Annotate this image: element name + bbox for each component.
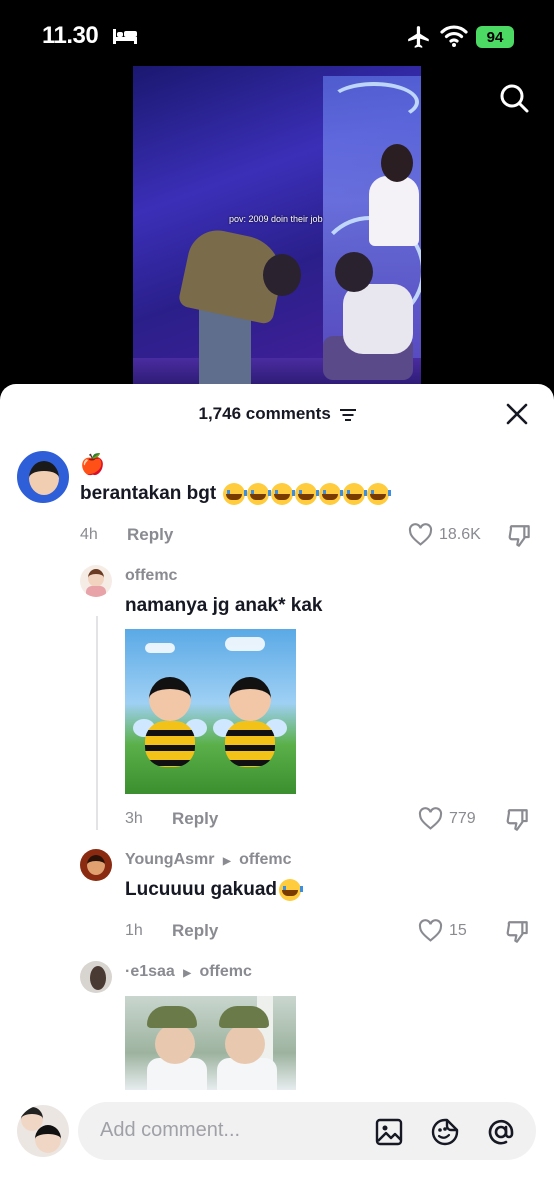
reply-button[interactable]: Reply <box>127 525 173 545</box>
comment-time: 4h <box>80 526 98 543</box>
performer-head <box>335 252 373 292</box>
performer-mc <box>369 176 419 246</box>
bee-figure <box>133 669 207 779</box>
heart-icon <box>418 807 443 830</box>
airplane-icon <box>408 26 429 48</box>
reply-button[interactable]: Reply <box>172 809 218 829</box>
input-placeholder: Add comment... <box>100 1119 241 1141</box>
dislike-icon[interactable] <box>507 523 533 549</box>
crying-emoji <box>319 483 344 505</box>
close-icon[interactable] <box>505 402 529 426</box>
crying-emoji <box>279 879 303 901</box>
like-button[interactable]: 15 <box>418 919 467 942</box>
comment-sticker-image[interactable] <box>125 629 296 794</box>
like-count: 15 <box>449 921 467 939</box>
performer-kneeling <box>343 284 413 354</box>
comments-sheet: 1,746 comments 🍎 berantakan bgt 4h Reply… <box>0 384 554 1199</box>
stage-light <box>329 82 419 122</box>
reply-button[interactable]: Reply <box>172 921 218 941</box>
comments-title[interactable]: 1,746 comments <box>0 404 554 424</box>
avatar[interactable] <box>80 565 112 597</box>
comment-body: namanya jg anak* kak <box>125 595 323 616</box>
video-player[interactable]: pov: 2009 doin their job <box>133 66 421 388</box>
wifi-icon <box>440 25 468 47</box>
heart-icon <box>418 919 443 942</box>
battery-level: 94 <box>486 28 504 46</box>
crying-emoji <box>247 483 272 505</box>
status-time: 11.30 <box>42 22 99 49</box>
reply-to-username[interactable]: offemc <box>199 963 251 980</box>
avatar[interactable] <box>80 849 112 881</box>
reply-arrow-icon: ▶ <box>183 968 191 979</box>
comment-input-bar: Add comment... <box>0 1090 554 1199</box>
sticker-icon[interactable] <box>430 1117 460 1147</box>
comment-text: berantakan bgt <box>80 483 392 505</box>
dislike-icon[interactable] <box>505 807 531 833</box>
bed-icon <box>113 29 137 44</box>
reply-arrow-icon: ▶ <box>222 856 231 867</box>
avatar[interactable] <box>17 451 69 503</box>
dislike-icon[interactable] <box>505 919 531 945</box>
add-comment-input[interactable]: Add comment... <box>78 1102 536 1160</box>
reply-to-username[interactable]: offemc <box>239 851 291 868</box>
video-caption: pov: 2009 doin their job <box>229 214 323 224</box>
comment-body: Lucuuuu gakuad <box>125 879 277 901</box>
image-icon[interactable] <box>374 1117 404 1147</box>
comment-username[interactable]: offemc <box>125 567 177 585</box>
crying-emoji <box>271 483 296 505</box>
comment-username-row: ·e1saa ▶ offemc <box>125 963 252 981</box>
performer-mc-head <box>381 144 413 182</box>
comment-body: berantakan bgt <box>80 483 217 505</box>
comment-time: 1h <box>125 922 143 939</box>
comment-username-row: YoungAsmr ▶ offemc <box>125 851 292 869</box>
comments-count: 1,746 comments <box>198 404 331 423</box>
bee-figure <box>213 669 287 779</box>
comment-username[interactable]: 🍎 <box>80 452 105 477</box>
mention-icon[interactable] <box>486 1117 516 1147</box>
crying-emoji <box>223 483 248 505</box>
comment-username[interactable]: YoungAsmr <box>125 851 214 868</box>
battery-indicator: 94 <box>476 26 514 48</box>
comment-text: Lucuuuu gakuad <box>125 879 303 901</box>
reply-thread-line <box>96 616 98 830</box>
like-button[interactable]: 18.6K <box>408 523 481 546</box>
comment-username[interactable]: ·e1saa <box>125 963 175 980</box>
performer-head <box>263 254 301 296</box>
comment-photo-image[interactable] <box>125 996 296 1091</box>
like-count: 18.6K <box>439 525 481 543</box>
sort-filter-icon[interactable] <box>339 408 356 422</box>
user-avatar[interactable] <box>17 1105 69 1157</box>
status-bar: 11.30 94 <box>0 0 554 66</box>
crying-emoji <box>367 483 392 505</box>
like-count: 779 <box>449 809 476 827</box>
comment-time: 3h <box>125 810 143 827</box>
crying-emoji <box>343 483 368 505</box>
like-button[interactable]: 779 <box>418 807 476 830</box>
comments-header: 1,746 comments <box>0 384 554 442</box>
heart-icon <box>408 523 433 546</box>
crying-emoji <box>295 483 320 505</box>
search-icon[interactable] <box>498 82 530 114</box>
avatar[interactable] <box>80 961 112 993</box>
